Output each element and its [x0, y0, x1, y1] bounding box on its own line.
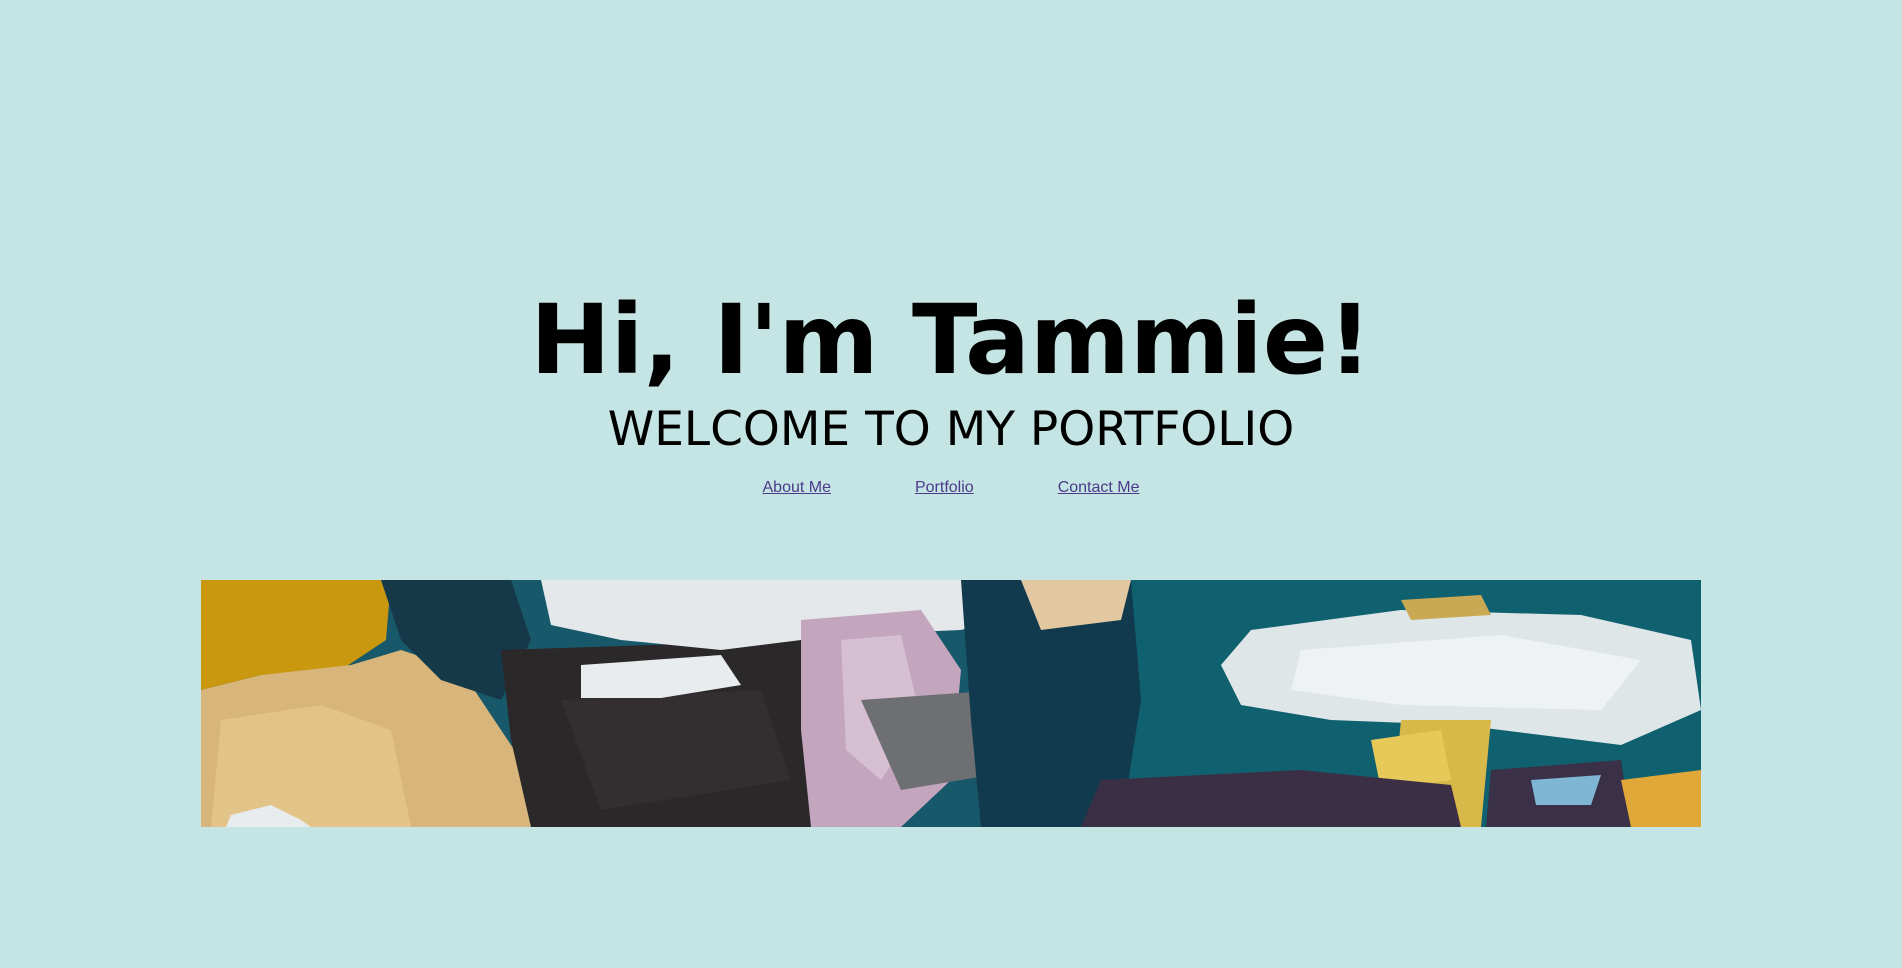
abstract-painting-image: [201, 580, 1701, 827]
page-subtitle: WELCOME TO MY PORTFOLIO: [607, 402, 1295, 457]
page-title: Hi, I'm Tammie!: [530, 284, 1372, 396]
hero-section: Hi, I'm Tammie! WELCOME TO MY PORTFOLIO …: [0, 280, 1902, 498]
abstract-painting-banner: [201, 580, 1701, 827]
main-nav: About Me Portfolio Contact Me: [0, 478, 1902, 498]
nav-link-contact-me[interactable]: Contact Me: [1058, 478, 1140, 498]
nav-link-portfolio[interactable]: Portfolio: [915, 478, 974, 498]
page: Hi, I'm Tammie! WELCOME TO MY PORTFOLIO …: [0, 0, 1902, 968]
nav-link-about-me[interactable]: About Me: [763, 478, 831, 498]
